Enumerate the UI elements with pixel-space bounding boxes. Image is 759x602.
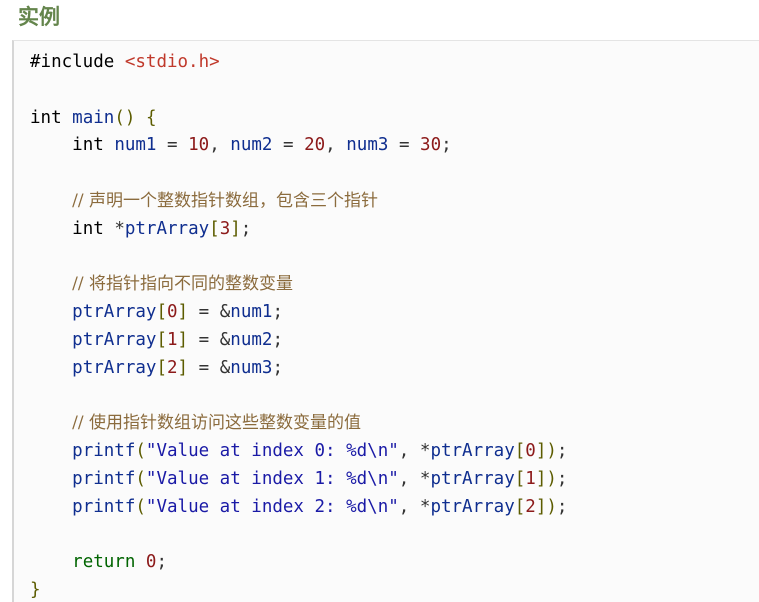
code-line: return 0;	[72, 552, 168, 573]
code-line: ​	[30, 244, 567, 272]
code-line: ptrArray[0] = &num1;	[72, 302, 283, 323]
code-line: ​	[30, 383, 567, 411]
code-line: printf("Value at index 0: %d\n", *ptrArr…	[72, 441, 568, 462]
code-line: ptrArray[1] = &num2;	[72, 329, 283, 350]
code-line: // 将指针指向不同的整数变量	[72, 274, 294, 295]
code-block: #include <stdio.h>​int main() { int num1…	[12, 40, 759, 602]
code-line: ​	[30, 160, 567, 188]
code-line: int main() {	[30, 107, 157, 128]
code-line: ptrArray[2] = &num3;	[72, 357, 283, 378]
page: 实例 #include <stdio.h>​int main() { int n…	[0, 0, 759, 602]
code-line: #include <stdio.h>	[30, 52, 220, 72]
code-listing: #include <stdio.h>​int main() { int num1…	[30, 49, 567, 602]
code-line: // 声明一个整数指针数组，包含三个指针	[72, 190, 379, 211]
code-line: int num1 = 10, num2 = 20, num3 = 30;	[72, 135, 452, 156]
code-line: printf("Value at index 2: %d\n", *ptrArr…	[72, 496, 568, 517]
code-line: ​	[30, 77, 567, 105]
code-line: // 使用指针数组访问这些整数变量的值	[72, 413, 362, 434]
code-line: int *ptrArray[3];	[72, 218, 252, 239]
code-line: printf("Value at index 1: %d\n", *ptrArr…	[72, 468, 568, 489]
section-title: 实例	[18, 5, 60, 29]
code-line: }	[30, 580, 41, 601]
code-line: ​	[30, 522, 567, 550]
